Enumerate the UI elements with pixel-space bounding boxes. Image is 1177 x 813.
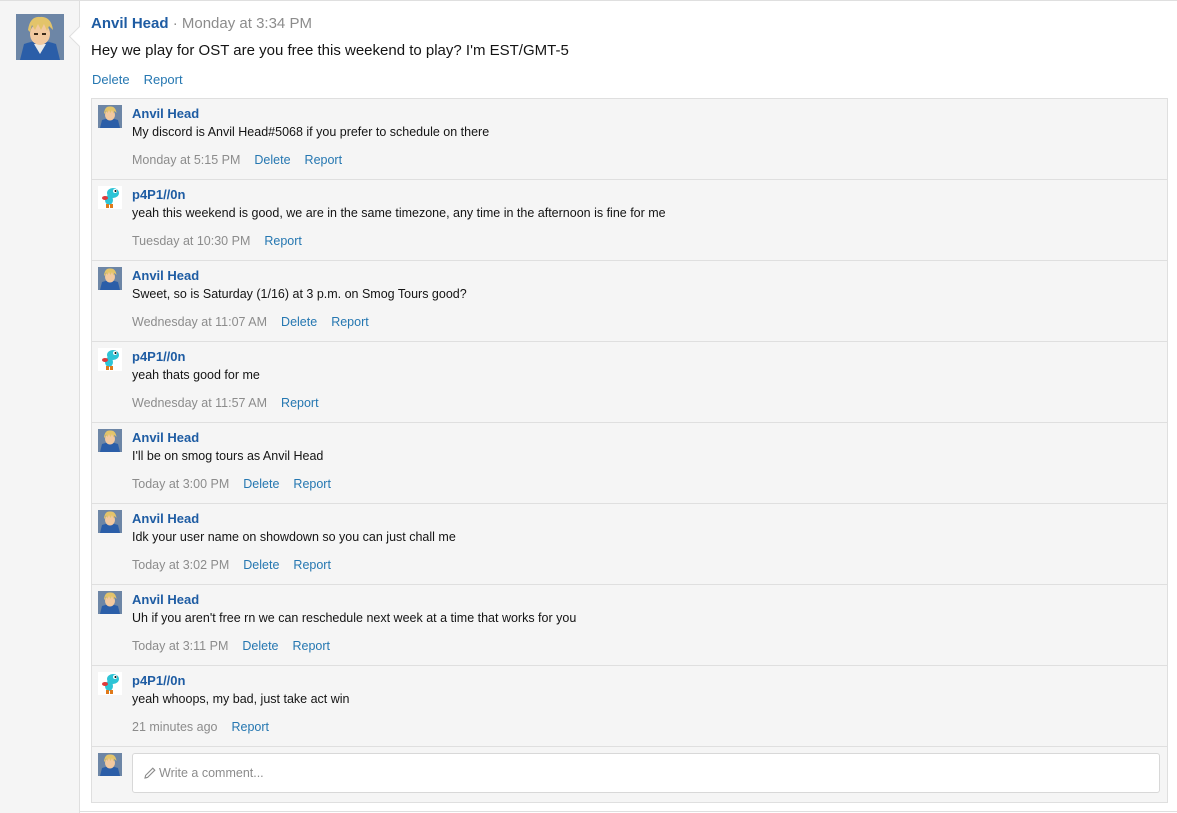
comment-text: My discord is Anvil Head#5068 if you pre… xyxy=(132,125,490,139)
trainer-avatar[interactable] xyxy=(98,591,122,614)
comment-meta: Wednesday at 11:57 AM Report xyxy=(132,396,333,410)
comment-timestamp[interactable]: Today at 3:11 PM xyxy=(132,639,228,653)
comment-timestamp[interactable]: 21 minutes ago xyxy=(132,720,217,734)
comment-author-link[interactable]: Anvil Head xyxy=(132,106,199,121)
post-avatar-column xyxy=(0,1,80,813)
current-user-avatar xyxy=(98,753,122,776)
comment-meta: Tuesday at 10:30 PM Report xyxy=(132,234,316,248)
profile-post: Anvil Head · Monday at 3:34 PM Hey we pl… xyxy=(0,0,1177,813)
comment-text: I'll be on smog tours as Anvil Head xyxy=(132,449,324,463)
trainer-avatar[interactable] xyxy=(98,510,122,533)
comment-text: Uh if you aren't free rn we can reschedu… xyxy=(132,611,577,625)
comment-item: Anvil Head Uh if you aren't free rn we ca… xyxy=(92,585,1167,666)
comment-report-link[interactable]: Report xyxy=(331,315,369,329)
comment-timestamp[interactable]: Wednesday at 11:07 AM xyxy=(132,315,267,329)
comment-delete-link[interactable]: Delete xyxy=(242,639,278,653)
post-separator: · xyxy=(168,15,182,32)
comment-item: Anvil Head Idk your user name on showdown… xyxy=(92,504,1167,585)
comment-author-link[interactable]: p4P1//0n xyxy=(132,673,185,688)
trainer-avatar[interactable] xyxy=(98,105,122,128)
comment-report-link[interactable]: Report xyxy=(281,396,319,410)
comment-delete-link[interactable]: Delete xyxy=(254,153,290,167)
comment-report-link[interactable]: Report xyxy=(293,558,331,572)
comment-item: p4P1//0n yeah thats good for me Wednesday … xyxy=(92,342,1167,423)
comment-text: yeah whoops, my bad, just take act win xyxy=(132,692,350,706)
post-timestamp[interactable]: Monday at 3:34 PM xyxy=(182,15,312,32)
comment-timestamp[interactable]: Wednesday at 11:57 AM xyxy=(132,396,267,410)
comment-composer: Write a comment... xyxy=(92,747,1167,802)
comment-author-link[interactable]: Anvil Head xyxy=(132,268,199,283)
comment-text: yeah this weekend is good, we are in the… xyxy=(132,206,666,220)
comment-delete-link[interactable]: Delete xyxy=(243,558,279,572)
comment-author-link[interactable]: Anvil Head xyxy=(132,430,199,445)
comment-timestamp[interactable]: Today at 3:02 PM xyxy=(132,558,229,572)
comment-delete-link[interactable]: Delete xyxy=(281,315,317,329)
post-author-avatar[interactable] xyxy=(16,14,64,60)
comment-delete-link[interactable]: Delete xyxy=(243,477,279,491)
comment-author-link[interactable]: Anvil Head xyxy=(132,592,199,607)
comment-report-link[interactable]: Report xyxy=(305,153,343,167)
comment-author-link[interactable]: p4P1//0n xyxy=(132,349,185,364)
comment-meta: Wednesday at 11:07 AM Delete Report xyxy=(132,315,383,329)
comment-report-link[interactable]: Report xyxy=(264,234,302,248)
comment-timestamp[interactable]: Tuesday at 10:30 PM xyxy=(132,234,250,248)
comment-item: Anvil Head My discord is Anvil Head#5068 … xyxy=(92,99,1167,180)
comment-timestamp[interactable]: Today at 3:00 PM xyxy=(132,477,229,491)
post-author-link[interactable]: Anvil Head xyxy=(91,15,169,32)
comment-text: yeah thats good for me xyxy=(132,368,260,382)
comment-meta: Today at 3:02 PM Delete Report xyxy=(132,558,345,572)
post-actions: Delete Report xyxy=(92,72,197,88)
post-header: Anvil Head · Monday at 3:34 PM xyxy=(91,15,312,33)
trainer-avatar[interactable] xyxy=(98,267,122,290)
comment-text: Idk your user name on showdown so you ca… xyxy=(132,530,456,544)
yoshi-avatar[interactable] xyxy=(98,186,122,209)
comment-item: Anvil Head I'll be on smog tours as Anvil… xyxy=(92,423,1167,504)
comment-meta: 21 minutes ago Report xyxy=(132,720,283,734)
comment-meta: Monday at 5:15 PM Delete Report xyxy=(132,153,356,167)
comment-meta: Today at 3:11 PM Delete Report xyxy=(132,639,344,653)
post-report-link[interactable]: Report xyxy=(144,72,183,87)
comment-report-link[interactable]: Report xyxy=(293,477,331,491)
comment-item: Anvil Head Sweet, so is Saturday (1/16) a… xyxy=(92,261,1167,342)
comment-timestamp[interactable]: Monday at 5:15 PM xyxy=(132,153,240,167)
comment-item: p4P1//0n yeah whoops, my bad, just take a… xyxy=(92,666,1167,747)
trainer-avatar[interactable] xyxy=(98,429,122,452)
comment-input[interactable]: Write a comment... xyxy=(132,753,1160,793)
post-delete-link[interactable]: Delete xyxy=(92,72,130,87)
comment-report-link[interactable]: Report xyxy=(293,639,331,653)
post-message: Hey we play for OST are you free this we… xyxy=(91,42,569,59)
comment-placeholder: Write a comment... xyxy=(159,766,264,780)
comment-report-link[interactable]: Report xyxy=(231,720,269,734)
comments-list: Anvil Head My discord is Anvil Head#5068 … xyxy=(91,98,1168,803)
pencil-icon xyxy=(144,767,156,779)
yoshi-avatar[interactable] xyxy=(98,672,122,695)
yoshi-avatar[interactable] xyxy=(98,348,122,371)
comment-meta: Today at 3:00 PM Delete Report xyxy=(132,477,345,491)
comment-item: p4P1//0n yeah this weekend is good, we ar… xyxy=(92,180,1167,261)
comment-author-link[interactable]: p4P1//0n xyxy=(132,187,185,202)
comment-author-link[interactable]: Anvil Head xyxy=(132,511,199,526)
comment-text: Sweet, so is Saturday (1/16) at 3 p.m. o… xyxy=(132,287,467,301)
